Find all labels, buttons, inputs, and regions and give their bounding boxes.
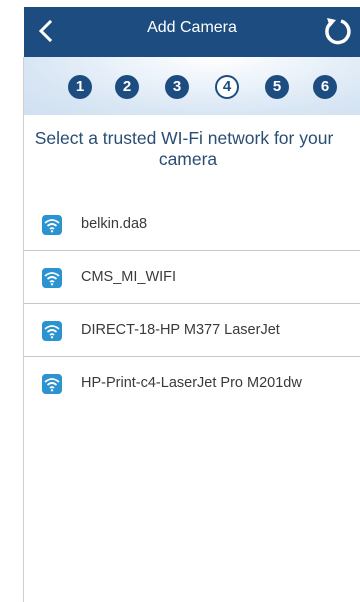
network-item[interactable]: HP-Print-c4-LaserJet Pro M201dw xyxy=(24,357,360,409)
step-1: 1 xyxy=(68,75,92,99)
step-5: 5 xyxy=(265,75,289,99)
wifi-icon xyxy=(42,321,62,341)
network-list: belkin.da8 CMS_MI_WIFI DIRECT-18-HP M377… xyxy=(24,198,360,409)
network-ssid: DIRECT-18-HP M377 LaserJet xyxy=(81,322,280,338)
wifi-icon xyxy=(42,374,62,394)
network-item[interactable]: belkin.da8 xyxy=(24,198,360,251)
step-3: 3 xyxy=(165,75,189,99)
refresh-icon[interactable] xyxy=(322,15,354,47)
app-header: Add Camera xyxy=(24,7,360,57)
network-item[interactable]: CMS_MI_WIFI xyxy=(24,251,360,304)
wifi-icon xyxy=(42,268,62,288)
step-4-current: 4 xyxy=(215,75,239,99)
network-ssid: HP-Print-c4-LaserJet Pro M201dw xyxy=(81,375,302,391)
instruction-line-2: camera xyxy=(158,149,218,169)
network-ssid: CMS_MI_WIFI xyxy=(81,269,177,285)
step-2: 2 xyxy=(115,75,139,99)
instruction-text: Select a trusted WI-Fi network for your … xyxy=(4,128,360,170)
network-ssid: belkin.da8 xyxy=(81,216,148,232)
network-item[interactable]: DIRECT-18-HP M377 LaserJet xyxy=(24,304,360,357)
instruction-line-1: Select a trusted WI-Fi network for your xyxy=(34,128,334,148)
wifi-icon xyxy=(42,215,62,235)
step-6: 6 xyxy=(313,75,337,99)
step-indicator: 1 2 3 4 5 6 xyxy=(24,57,360,115)
page-title: Add Camera xyxy=(147,19,237,36)
